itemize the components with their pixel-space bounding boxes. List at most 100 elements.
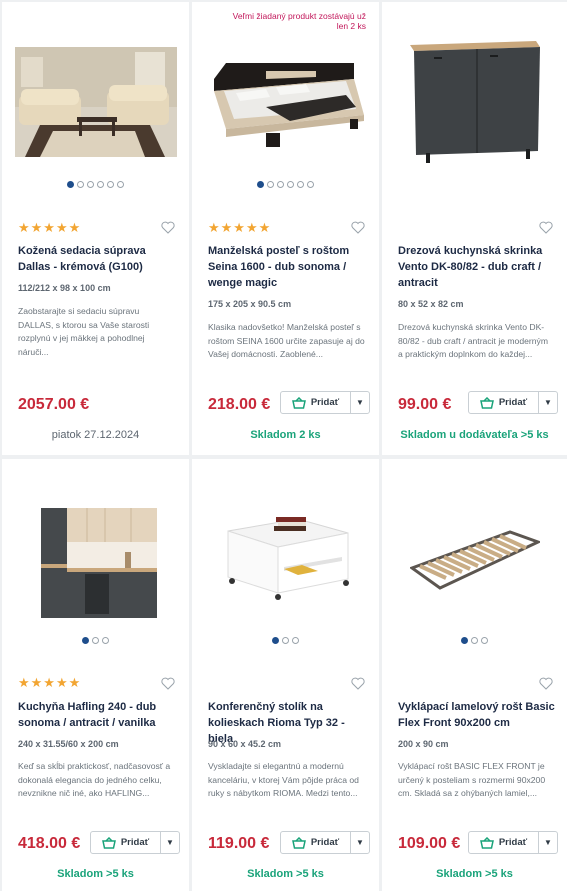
bed-icon	[213, 63, 364, 147]
add-to-cart-label: Pridať	[120, 837, 150, 848]
stock-status: Skladom >5 ks	[436, 868, 513, 880]
carousel-dot[interactable]	[107, 181, 114, 188]
chevron-down-icon[interactable]: ▼	[539, 832, 557, 853]
carousel-dot[interactable]	[287, 181, 294, 188]
product-card[interactable]: Konferenčný stolík na kolieskach Rioma T…	[192, 459, 379, 891]
carousel-dot[interactable]	[292, 637, 299, 644]
carousel-dot[interactable]	[471, 637, 478, 644]
carousel-dot[interactable]	[92, 637, 99, 644]
product-image[interactable]	[2, 42, 189, 162]
product-price: 119.00 €	[208, 835, 270, 852]
add-to-cart-button[interactable]: Pridať ▼	[90, 831, 180, 854]
rating-stars: ★★★★★	[18, 220, 82, 235]
basket-icon	[479, 396, 494, 409]
carousel-dot[interactable]	[67, 181, 74, 188]
chevron-down-icon[interactable]: ▼	[351, 392, 369, 413]
carousel-dot[interactable]	[307, 181, 314, 188]
product-description: Zaobstarajte si sedaciu súpravu DALLAS, …	[18, 306, 150, 357]
stock-status: Skladom >5 ks	[57, 868, 134, 880]
product-dimensions: 240 x 31.55/60 x 200 cm	[18, 739, 119, 749]
chevron-down-icon[interactable]: ▼	[539, 392, 557, 413]
carousel-dot[interactable]	[461, 637, 468, 644]
product-dimensions: 200 x 90 cm	[398, 739, 449, 749]
sofa-set-icon	[14, 47, 177, 157]
add-to-cart-main[interactable]: Pridať	[469, 832, 539, 853]
add-to-cart-button[interactable]: Pridať ▼	[280, 831, 370, 854]
product-image[interactable]	[192, 46, 379, 156]
carousel-dot[interactable]	[77, 181, 84, 188]
heart-icon[interactable]	[161, 221, 175, 234]
product-price: 2057.00 €	[18, 396, 90, 413]
product-title[interactable]: Vyklápací lamelový rošt Basic Flex Front…	[398, 699, 555, 731]
product-description: Klasika nadovšetko! Manželská posteľ s r…	[208, 322, 365, 359]
product-description: Vyklápací rošt BASIC FLEX FRONT je určen…	[398, 761, 546, 798]
product-dimensions: 112/212 x 98 x 100 cm	[18, 283, 111, 293]
product-dimensions: 175 x 205 x 90.5 cm	[208, 299, 292, 309]
image-carousel-dots[interactable]	[2, 181, 189, 188]
stock-status: Skladom u dodávateľa >5 ks	[400, 429, 549, 441]
product-title[interactable]: Kožená sedacia súprava Dallas - krémová …	[18, 243, 177, 275]
carousel-dot[interactable]	[117, 181, 124, 188]
heart-icon[interactable]	[351, 677, 365, 690]
carousel-dot[interactable]	[297, 181, 304, 188]
product-card[interactable]: ★★★★★ Kuchyňa Hafling 240 - dub sonoma /…	[2, 459, 189, 891]
product-card[interactable]: ★★★★★ Kožená sedacia súprava Dallas - kr…	[2, 2, 189, 455]
add-to-cart-main[interactable]: Pridať	[469, 392, 539, 413]
coffee-table-icon	[227, 517, 349, 600]
carousel-dot[interactable]	[272, 637, 279, 644]
add-to-cart-button[interactable]: Pridať ▼	[468, 831, 558, 854]
carousel-dot[interactable]	[87, 181, 94, 188]
stock-status: Skladom 2 ks	[250, 429, 321, 441]
rating-stars: ★★★★★	[208, 220, 272, 235]
product-price: 109.00 €	[398, 835, 461, 852]
carousel-dot[interactable]	[481, 637, 488, 644]
product-title[interactable]: Manželská posteľ s roštom Seina 1600 - d…	[208, 243, 367, 291]
image-carousel-dots[interactable]	[2, 637, 189, 644]
carousel-dot[interactable]	[97, 181, 104, 188]
heart-icon[interactable]	[539, 221, 553, 234]
product-grid: ★★★★★ Kožená sedacia súprava Dallas - kr…	[0, 0, 567, 891]
add-to-cart-button[interactable]: Pridať ▼	[280, 391, 370, 414]
basket-icon	[291, 396, 306, 409]
rating-stars: ★★★★★	[18, 675, 82, 690]
add-to-cart-main[interactable]: Pridať	[91, 832, 161, 853]
carousel-dot[interactable]	[277, 181, 284, 188]
product-description: Vyskladajte si elegantnú a modernú kance…	[208, 761, 359, 798]
basket-icon	[479, 836, 494, 849]
kitchen-cabinet-icon	[409, 41, 540, 163]
chevron-down-icon[interactable]: ▼	[351, 832, 369, 853]
kitchen-set-icon	[40, 508, 157, 618]
add-to-cart-main[interactable]: Pridať	[281, 832, 351, 853]
heart-icon[interactable]	[161, 677, 175, 690]
carousel-dot[interactable]	[102, 637, 109, 644]
product-description: Keď sa skĺbi praktickosť, nadčasovosť a …	[18, 761, 171, 798]
heart-icon[interactable]	[539, 677, 553, 690]
product-image[interactable]	[382, 515, 567, 605]
heart-icon[interactable]	[351, 221, 365, 234]
image-carousel-dots[interactable]	[192, 181, 379, 188]
add-to-cart-label: Pridať	[498, 397, 528, 408]
product-image[interactable]	[2, 495, 189, 625]
product-dimensions: 80 x 52 x 82 cm	[398, 299, 464, 309]
carousel-dot[interactable]	[282, 637, 289, 644]
add-to-cart-button[interactable]: Pridať ▼	[468, 391, 558, 414]
product-title[interactable]: Kuchyňa Hafling 240 - dub sonoma / antra…	[18, 699, 177, 731]
carousel-dot[interactable]	[267, 181, 274, 188]
popular-badge: Veľmi žiadaný produkt zostávajú už len 2…	[232, 11, 366, 31]
image-carousel-dots[interactable]	[382, 637, 567, 644]
image-carousel-dots[interactable]	[192, 637, 379, 644]
product-price: 218.00 €	[208, 396, 271, 413]
product-title[interactable]: Drezová kuchynská skrinka Vento DK-80/82…	[398, 243, 555, 291]
carousel-dot[interactable]	[82, 637, 89, 644]
product-card[interactable]: Drezová kuchynská skrinka Vento DK-80/82…	[382, 2, 567, 455]
carousel-dot[interactable]	[257, 181, 264, 188]
add-to-cart-main[interactable]: Pridať	[281, 392, 351, 413]
slatted-bed-base-icon	[409, 530, 540, 590]
product-card[interactable]: Veľmi žiadaný produkt zostávajú už len 2…	[192, 2, 379, 455]
add-to-cart-label: Pridať	[310, 837, 340, 848]
product-card[interactable]: Vyklápací lamelový rošt Basic Flex Front…	[382, 459, 567, 891]
product-image[interactable]	[382, 36, 567, 166]
chevron-down-icon[interactable]: ▼	[161, 832, 179, 853]
product-image[interactable]	[192, 507, 379, 607]
product-dimensions: 90 x 60 x 45.2 cm	[208, 739, 282, 749]
